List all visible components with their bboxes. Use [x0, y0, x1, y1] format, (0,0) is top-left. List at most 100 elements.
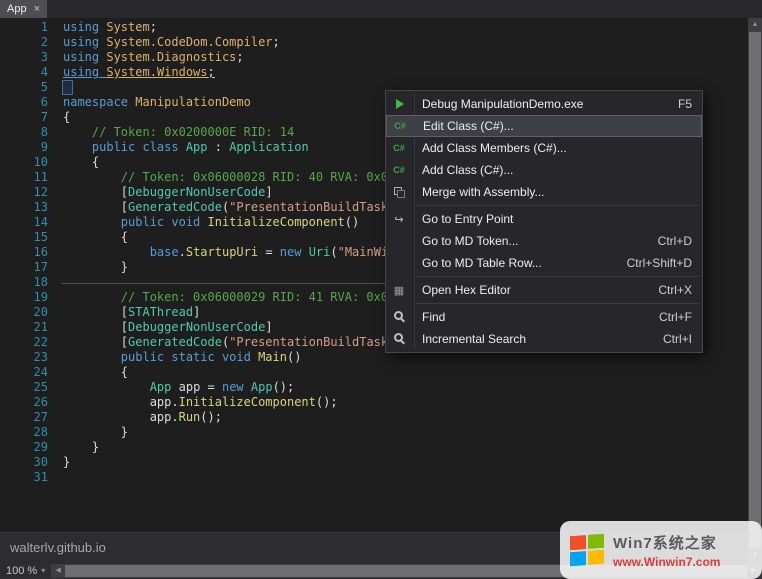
chevron-down-icon: ▾	[41, 566, 45, 575]
line-number: 24	[0, 365, 48, 380]
line-number: 7	[0, 110, 48, 125]
menu-item-label: Find	[412, 310, 641, 324]
menu-item-label: Debug ManipulationDemo.exe	[412, 97, 660, 111]
line-number: 11	[0, 170, 48, 185]
menu-item-shortcut: Ctrl+D	[640, 234, 692, 248]
code-line: using System.Windows;	[63, 65, 748, 80]
code-line: app.InitializeComponent();	[63, 395, 748, 410]
code-line: {	[63, 365, 748, 380]
code-line: using System.Diagnostics;	[63, 50, 748, 65]
menu-item-label: Add Class (C#)...	[412, 163, 674, 177]
code-line: }	[63, 425, 748, 440]
csharp-icon: C#	[386, 143, 412, 153]
code-line: App app = new App();	[63, 380, 748, 395]
line-number: 17	[0, 260, 48, 275]
menu-item-edit-class[interactable]: C#Edit Class (C#)...	[386, 115, 702, 137]
scroll-left-arrow-icon[interactable]: ◀	[51, 564, 65, 578]
menu-item-label: Go to MD Token...	[412, 234, 640, 248]
menu-item-shortcut: Ctrl+F	[641, 310, 692, 324]
line-number: 26	[0, 395, 48, 410]
tab-app[interactable]: App ×	[0, 0, 47, 18]
watermark-title: Win7系统之家	[613, 532, 720, 553]
code-line: using System.CodeDom.Compiler;	[63, 35, 748, 50]
debug-play-icon	[386, 99, 412, 109]
context-menu: Debug ManipulationDemo.exeF5C#Edit Class…	[385, 90, 703, 353]
code-line: app.Run();	[63, 410, 748, 425]
zoom-control[interactable]: 100 % ▾	[0, 562, 51, 579]
watermark-text: Win7系统之家 www.Winwin7.com	[613, 532, 720, 569]
line-number: 6	[0, 95, 48, 110]
menu-item-shortcut: Ctrl+I	[645, 332, 692, 346]
code-line: }	[63, 440, 748, 455]
menu-item-label: Open Hex Editor	[412, 283, 640, 297]
line-number: 28	[0, 425, 48, 440]
menu-separator	[416, 205, 699, 206]
watermark-url: www.Winwin7.com	[613, 555, 720, 569]
menu-item-label: Add Class Members (C#)...	[412, 141, 674, 155]
menu-item-find[interactable]: FindCtrl+F	[386, 306, 702, 328]
menu-item-label: Go to Entry Point	[412, 212, 674, 226]
scroll-up-arrow-icon[interactable]: ▲	[748, 18, 762, 32]
line-number: 20	[0, 305, 48, 320]
line-number: 5	[0, 80, 48, 95]
menu-item-add-class[interactable]: C#Add Class (C#)...	[386, 159, 702, 181]
line-number: 9	[0, 140, 48, 155]
vertical-scrollbar[interactable]: ▲ ▼	[748, 18, 762, 562]
menu-item-add-class-members[interactable]: C#Add Class Members (C#)...	[386, 137, 702, 159]
line-number: 3	[0, 50, 48, 65]
menu-item-label: Merge with Assembly...	[412, 185, 674, 199]
menu-separator	[416, 276, 699, 277]
menu-item-go-to-md-token[interactable]: Go to MD Token...Ctrl+D	[386, 230, 702, 252]
menu-item-shortcut: Ctrl+Shift+D	[609, 256, 692, 270]
caret-line-marker	[62, 80, 73, 95]
line-number: 29	[0, 440, 48, 455]
hex-editor-icon: ▦	[386, 284, 412, 297]
line-number: 14	[0, 215, 48, 230]
menu-item-merge-with-assembly[interactable]: Merge with Assembly...	[386, 181, 702, 203]
line-number: 31	[0, 470, 48, 485]
line-number: 4	[0, 65, 48, 80]
menu-item-shortcut: Ctrl+X	[640, 283, 692, 297]
search-icon	[386, 336, 412, 342]
csharp-icon: C#	[387, 121, 413, 131]
vertical-scroll-thumb[interactable]	[749, 32, 761, 548]
menu-item-go-to-entry-point[interactable]: ↪Go to Entry Point	[386, 208, 702, 230]
code-line: using System;	[63, 20, 748, 35]
menu-item-incremental-search[interactable]: Incremental SearchCtrl+I	[386, 328, 702, 350]
line-number: 1	[0, 20, 48, 35]
menu-item-label: Incremental Search	[412, 332, 645, 346]
menu-separator	[416, 303, 699, 304]
line-number: 21	[0, 320, 48, 335]
merge-assembly-icon	[386, 187, 412, 198]
line-number: 8	[0, 125, 48, 140]
entry-point-icon: ↪	[386, 213, 412, 226]
line-number: 27	[0, 410, 48, 425]
line-number: 10	[0, 155, 48, 170]
line-number: 16	[0, 245, 48, 260]
line-number: 2	[0, 35, 48, 50]
csharp-icon: C#	[386, 165, 412, 175]
menu-item-label: Edit Class (C#)...	[413, 119, 673, 133]
line-number: 15	[0, 230, 48, 245]
app-window: App × 1234567891011121314151617181920212…	[0, 0, 762, 579]
code-line: }	[63, 455, 748, 470]
line-number: 13	[0, 200, 48, 215]
watermark: Win7系统之家 www.Winwin7.com	[560, 521, 762, 579]
line-number: 22	[0, 335, 48, 350]
search-icon	[386, 314, 412, 320]
tab-label: App	[7, 3, 27, 15]
menu-item-go-to-md-table-row[interactable]: Go to MD Table Row...Ctrl+Shift+D	[386, 252, 702, 274]
line-number: 25	[0, 380, 48, 395]
tab-close-icon[interactable]: ×	[34, 4, 40, 15]
menu-item-debug[interactable]: Debug ManipulationDemo.exeF5	[386, 93, 702, 115]
code-line	[63, 470, 748, 485]
zoom-value: 100 %	[6, 565, 37, 577]
code-divider-line	[62, 283, 385, 284]
menu-item-shortcut: F5	[660, 97, 692, 111]
menu-item-label: Go to MD Table Row...	[412, 256, 609, 270]
line-number: 12	[0, 185, 48, 200]
tab-bar: App ×	[0, 0, 762, 18]
line-number: 19	[0, 290, 48, 305]
line-number: 18	[0, 275, 48, 290]
menu-item-open-hex-editor[interactable]: ▦Open Hex EditorCtrl+X	[386, 279, 702, 301]
